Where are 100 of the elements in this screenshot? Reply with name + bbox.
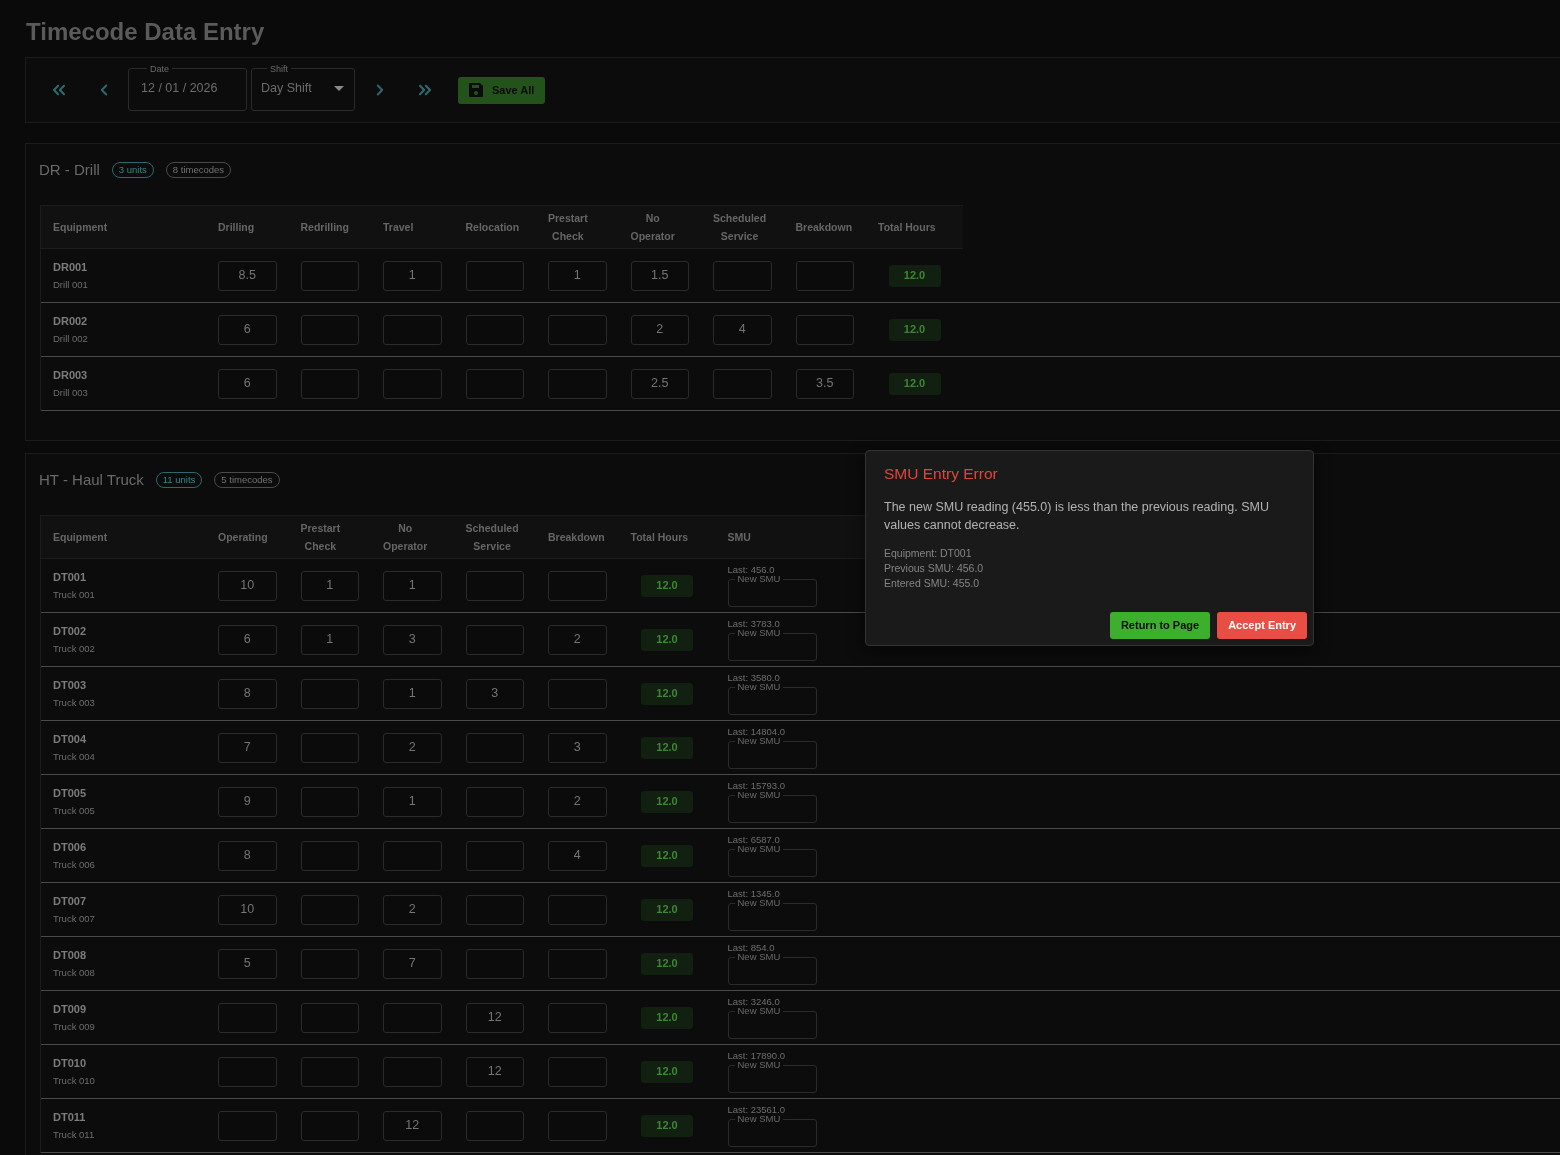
hours-input[interactable]: 5 — [218, 948, 277, 979]
hours-input[interactable]: 10 — [218, 894, 277, 925]
hours-input[interactable] — [300, 948, 359, 979]
new-smu-field[interactable]: New SMU — [727, 844, 817, 877]
hours-input[interactable] — [300, 260, 359, 291]
new-smu-field[interactable]: New SMU — [727, 628, 817, 661]
hours-input[interactable]: 8 — [218, 840, 277, 871]
hours-input[interactable] — [300, 678, 359, 709]
field-label: New SMU — [736, 1060, 782, 1070]
hours-input[interactable] — [795, 314, 854, 345]
hours-input[interactable]: 8 — [218, 678, 277, 709]
hours-input[interactable] — [300, 368, 359, 399]
hours-input[interactable] — [465, 732, 524, 763]
equipment-code: DT002 — [53, 625, 87, 638]
hours-input[interactable] — [300, 314, 359, 345]
hours-input[interactable] — [548, 368, 607, 399]
hours-input[interactable] — [465, 624, 524, 655]
hours-input[interactable]: 1 — [383, 260, 442, 291]
hours-input[interactable]: 6 — [218, 314, 277, 345]
hours-input[interactable]: 2 — [383, 894, 442, 925]
new-smu-field[interactable]: New SMU — [727, 574, 817, 607]
total-hours-badge: 12.0 — [641, 844, 693, 867]
hours-input[interactable] — [548, 678, 607, 709]
hours-input[interactable] — [548, 948, 607, 979]
hours-input[interactable]: 3 — [383, 624, 442, 655]
return-button[interactable]: Return to Page — [1109, 612, 1211, 639]
hours-input[interactable] — [465, 368, 524, 399]
hours-input[interactable]: 7 — [383, 948, 442, 979]
hours-input[interactable]: 1 — [383, 786, 442, 817]
hours-input[interactable]: 1 — [300, 570, 359, 601]
hours-input[interactable]: 7 — [218, 732, 277, 763]
hours-input[interactable]: 12 — [383, 1110, 442, 1141]
hours-input[interactable]: 6 — [218, 368, 277, 399]
hours-input[interactable] — [300, 1056, 359, 1087]
hours-input[interactable] — [383, 1056, 442, 1087]
new-smu-field[interactable]: New SMU — [727, 1006, 817, 1039]
hours-input[interactable] — [300, 894, 359, 925]
hours-input[interactable]: 9 — [218, 786, 277, 817]
shift-select[interactable]: Shift Day Shift — [251, 63, 355, 111]
new-smu-field[interactable]: New SMU — [727, 952, 817, 985]
hours-input[interactable] — [548, 570, 607, 601]
hours-input[interactable] — [548, 1056, 607, 1087]
hours-input[interactable]: 12 — [465, 1002, 524, 1033]
hours-input[interactable] — [383, 1002, 442, 1033]
hours-input[interactable]: 3 — [465, 678, 524, 709]
hours-input[interactable]: 2 — [548, 786, 607, 817]
hours-input[interactable]: 2 — [548, 624, 607, 655]
hours-input[interactable] — [465, 570, 524, 601]
accept-entry-button[interactable]: Accept Entry — [1217, 612, 1307, 639]
hours-input[interactable] — [465, 948, 524, 979]
new-smu-field[interactable]: New SMU — [727, 682, 817, 715]
hours-input[interactable]: 2 — [383, 732, 442, 763]
hours-input[interactable]: 2.5 — [630, 368, 689, 399]
hours-input[interactable]: 3.5 — [795, 368, 854, 399]
hours-input[interactable]: 12 — [465, 1056, 524, 1087]
hours-input[interactable] — [300, 732, 359, 763]
hours-input[interactable] — [795, 260, 854, 291]
hours-input[interactable] — [465, 314, 524, 345]
save-all-button[interactable]: Save All — [458, 76, 546, 104]
hours-input[interactable] — [218, 1002, 277, 1033]
hours-input[interactable]: 1 — [300, 624, 359, 655]
hours-input[interactable]: 1.5 — [630, 260, 689, 291]
hours-input[interactable] — [548, 314, 607, 345]
hours-input[interactable] — [465, 840, 524, 871]
hours-input[interactable] — [300, 1002, 359, 1033]
hours-input[interactable]: 1 — [383, 570, 442, 601]
hours-input[interactable] — [383, 840, 442, 871]
hours-input[interactable] — [218, 1110, 277, 1141]
hours-input[interactable] — [713, 260, 772, 291]
new-smu-field[interactable]: New SMU — [727, 1114, 817, 1147]
date-field[interactable]: Date 12 / 01 / 2026 — [128, 63, 247, 111]
hours-input[interactable] — [300, 1110, 359, 1141]
hours-input[interactable] — [465, 894, 524, 925]
hours-input[interactable]: 10 — [218, 570, 277, 601]
hours-input[interactable]: 1 — [548, 260, 607, 291]
hours-input[interactable] — [713, 368, 772, 399]
hours-input[interactable] — [548, 1110, 607, 1141]
hours-input[interactable] — [218, 1056, 277, 1087]
new-smu-field[interactable]: New SMU — [727, 1060, 817, 1093]
hours-input[interactable]: 2 — [630, 314, 689, 345]
hours-input[interactable]: 8.5 — [218, 260, 277, 291]
new-smu-field[interactable]: New SMU — [727, 898, 817, 931]
new-smu-field[interactable]: New SMU — [727, 790, 817, 823]
hours-input[interactable]: 4 — [713, 314, 772, 345]
hours-input[interactable]: 6 — [218, 624, 277, 655]
hours-input[interactable]: 4 — [548, 840, 607, 871]
hours-input[interactable]: 3 — [548, 732, 607, 763]
hours-input[interactable] — [300, 840, 359, 871]
field-label: New SMU — [736, 682, 782, 692]
hours-input[interactable] — [383, 314, 442, 345]
hours-input[interactable] — [465, 786, 524, 817]
hours-input[interactable]: 1 — [383, 678, 442, 709]
hours-input[interactable] — [548, 1002, 607, 1033]
hours-input[interactable] — [300, 786, 359, 817]
new-smu-field[interactable]: New SMU — [727, 736, 817, 769]
hours-input[interactable] — [465, 1110, 524, 1141]
hours-input[interactable] — [383, 368, 442, 399]
equipment-name: Truck 006 — [53, 859, 95, 870]
hours-input[interactable] — [465, 260, 524, 291]
hours-input[interactable] — [548, 894, 607, 925]
